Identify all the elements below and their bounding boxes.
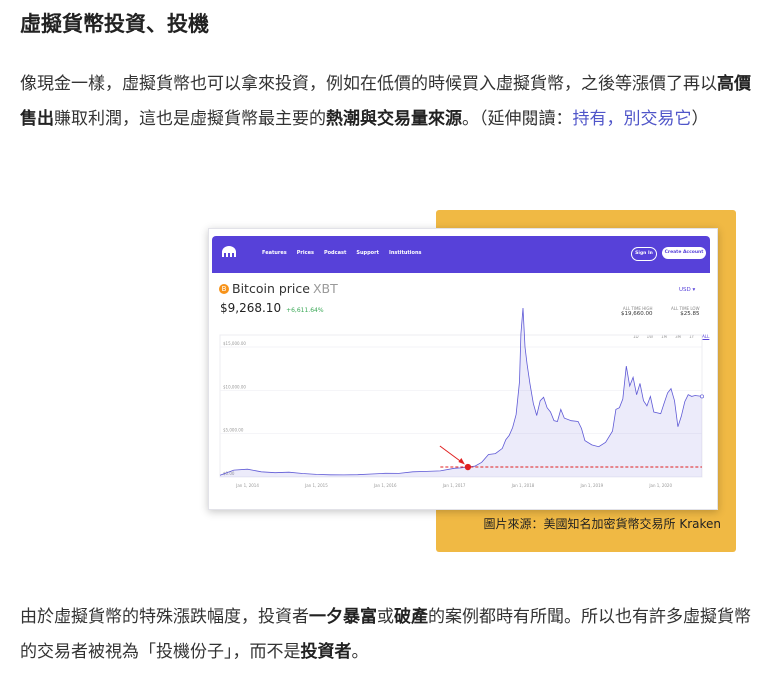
intro-text-1: 像現金一樣，虛擬貨幣也可以拿來投資，例如在低價的時候買入虛擬貨幣，之後等漲價了再… — [20, 74, 717, 94]
section-heading: 虛擬貨幣投資、投機 — [20, 11, 209, 36]
bold-bankrupt: 破產 — [394, 607, 428, 627]
y-tick-label: $10,000.00 — [223, 384, 246, 389]
x-tick-label: Jan 1, 2020 — [648, 483, 672, 488]
x-tick-label: Jan 1, 2018 — [511, 483, 535, 488]
intro-text-3: 。（延伸閱讀： — [462, 109, 573, 129]
marker-point — [464, 463, 472, 471]
x-tick-label: Jan 1, 2016 — [373, 483, 397, 488]
intro-paragraph: 像現金一樣，虛擬貨幣也可以拿來投資，例如在低價的時候買入虛擬貨幣，之後等漲價了再… — [20, 67, 765, 137]
x-tick-label: Jan 1, 2014 — [235, 483, 259, 488]
latest-point — [700, 394, 704, 399]
outro-paragraph: 由於虛擬貨幣的特殊漲跌幅度，投資者一夕暴富或破產的案例都時有所聞。所以也有許多虛… — [20, 600, 765, 670]
y-tick-label: $5,000.00 — [223, 428, 244, 433]
bold-overnight-rich: 一夕暴富 — [309, 607, 377, 627]
series-area — [220, 308, 702, 477]
figure-caption: 圖片來源：美國知名加密貨幣交易所 Kraken — [483, 517, 721, 531]
x-tick-label: Jan 1, 2015 — [304, 483, 328, 488]
intro-text-2: 賺取利潤，這也是虛擬貨幣最主要的 — [54, 109, 326, 129]
bold-trading-source: 熱潮與交易量來源 — [326, 109, 462, 129]
bold-investor: 投資者 — [300, 642, 352, 662]
marker-arrow-shaft — [439, 445, 464, 464]
x-tick-label: Jan 1, 2019 — [579, 483, 603, 488]
outro-text-2: 或 — [377, 607, 394, 627]
outro-text-1: 由於虛擬貨幣的特殊漲跌幅度，投資者 — [20, 607, 309, 627]
kraken-figure: Features Prices Podcast Support Institut… — [200, 208, 740, 556]
further-reading-link[interactable]: 持有，別交易它 — [573, 109, 692, 129]
intro-text-4: ） — [691, 109, 709, 129]
marker-arrow-head — [458, 458, 465, 465]
price-chart: $0.00$5,000.00$10,000.00$15,000.00Jan 1,… — [219, 307, 704, 488]
y-tick-label: $15,000.00 — [223, 341, 246, 346]
kraken-screenshot: Features Prices Podcast Support Institut… — [208, 228, 718, 510]
outro-text-4: 。 — [351, 642, 369, 662]
x-tick-label: Jan 1, 2017 — [442, 483, 466, 488]
